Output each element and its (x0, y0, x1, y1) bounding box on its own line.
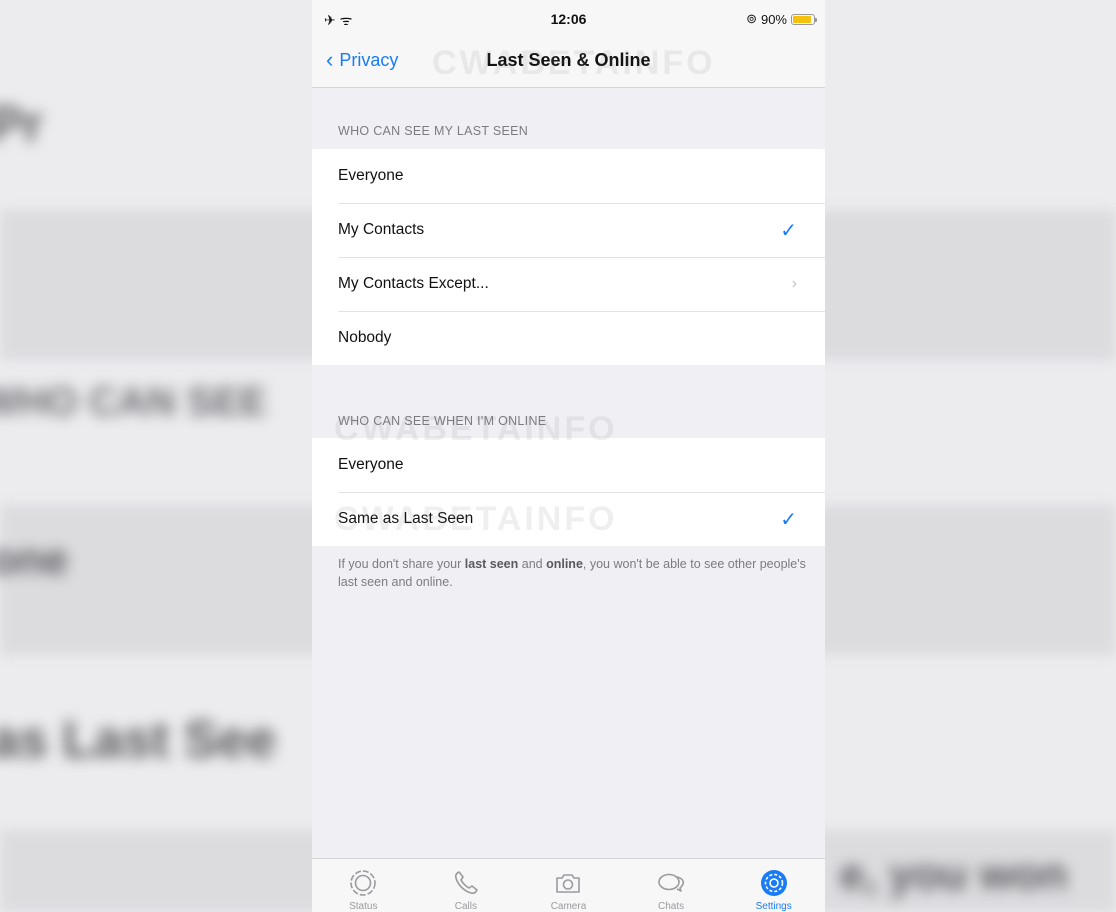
option-label: Nobody (338, 329, 392, 346)
trail: ✓ (780, 492, 797, 546)
trail: › (792, 257, 797, 311)
option-label: My Contacts Except... (338, 275, 489, 292)
online-options: Everyone Same as Last Seen ✓ (312, 438, 825, 546)
online-section-header: WHO CAN SEE WHEN I'M ONLINE (338, 414, 547, 428)
bg-blur-text: WHO CAN SEE (0, 380, 267, 424)
phone-screen: ✈ ᯤ 12:06 ⊚ 90% ‹ Privacy Last Seen & On… (312, 0, 825, 912)
tab-chats[interactable]: Chats (620, 859, 723, 912)
gear-icon (760, 870, 787, 896)
tab-label: Settings (755, 901, 792, 912)
status-icon (350, 870, 377, 896)
tab-bar: Status Calls Camera Chats Settings (312, 858, 825, 912)
tab-camera[interactable]: Camera (517, 859, 620, 912)
footnote-bold: online (546, 557, 583, 571)
footnote: If you don't share your last seen and on… (338, 555, 808, 591)
tab-status[interactable]: Status (312, 859, 415, 912)
tab-settings[interactable]: Settings (722, 859, 825, 912)
last-seen-section-header: WHO CAN SEE MY LAST SEEN (338, 124, 529, 138)
option-label: Everyone (338, 167, 404, 184)
option-label: Everyone (338, 456, 404, 473)
camera-icon (556, 874, 581, 893)
bg-blur-text: Pr (0, 96, 43, 152)
status-bar: ✈ ᯤ 12:06 ⊚ 90% (312, 0, 825, 36)
last-seen-option-everyone[interactable]: Everyone (312, 149, 825, 203)
battery-percent: 90% (760, 11, 787, 27)
footnote-bold: last seen (464, 557, 519, 571)
chat-bubbles-icon (658, 873, 685, 892)
phone-icon (454, 871, 478, 895)
bg-blur-text: e, you won (840, 850, 1068, 899)
tab-label: Camera (550, 901, 587, 912)
checkmark-icon: ✓ (780, 219, 797, 242)
last-seen-option-my-contacts[interactable]: My Contacts ✓ (312, 203, 825, 257)
trail: ✓ (780, 203, 797, 257)
footnote-text: and (518, 557, 547, 571)
last-seen-option-contacts-except[interactable]: My Contacts Except... › (312, 257, 825, 311)
bg-blur-text: as Last See (0, 711, 277, 769)
battery-fill (793, 15, 811, 23)
location-icon: ⊚ (746, 11, 757, 26)
tab-label: Chats (658, 901, 685, 912)
tab-calls[interactable]: Calls (415, 859, 518, 912)
online-option-same-as-last-seen[interactable]: Same as Last Seen ✓ (312, 492, 825, 546)
chevron-right-icon: › (791, 275, 797, 292)
option-label: Same as Last Seen (338, 510, 474, 527)
page-title: Last Seen & Online (486, 50, 651, 70)
status-right: ⊚ 90% (746, 11, 817, 27)
nav-bar: ‹ Privacy Last Seen & Online CWABETAINFO (312, 36, 825, 88)
bg-blur-text: one (0, 535, 69, 584)
tab-label: Calls (454, 901, 477, 912)
last-seen-options: Everyone My Contacts ✓ My Contacts Excep… (312, 149, 825, 365)
battery-icon (791, 13, 817, 25)
footnote-text: If you don't share your (338, 557, 465, 571)
checkmark-icon: ✓ (780, 508, 797, 531)
option-label: My Contacts (338, 221, 425, 238)
online-option-everyone[interactable]: Everyone (312, 438, 825, 492)
tab-label: Status (349, 901, 378, 912)
last-seen-option-nobody[interactable]: Nobody (312, 311, 825, 365)
